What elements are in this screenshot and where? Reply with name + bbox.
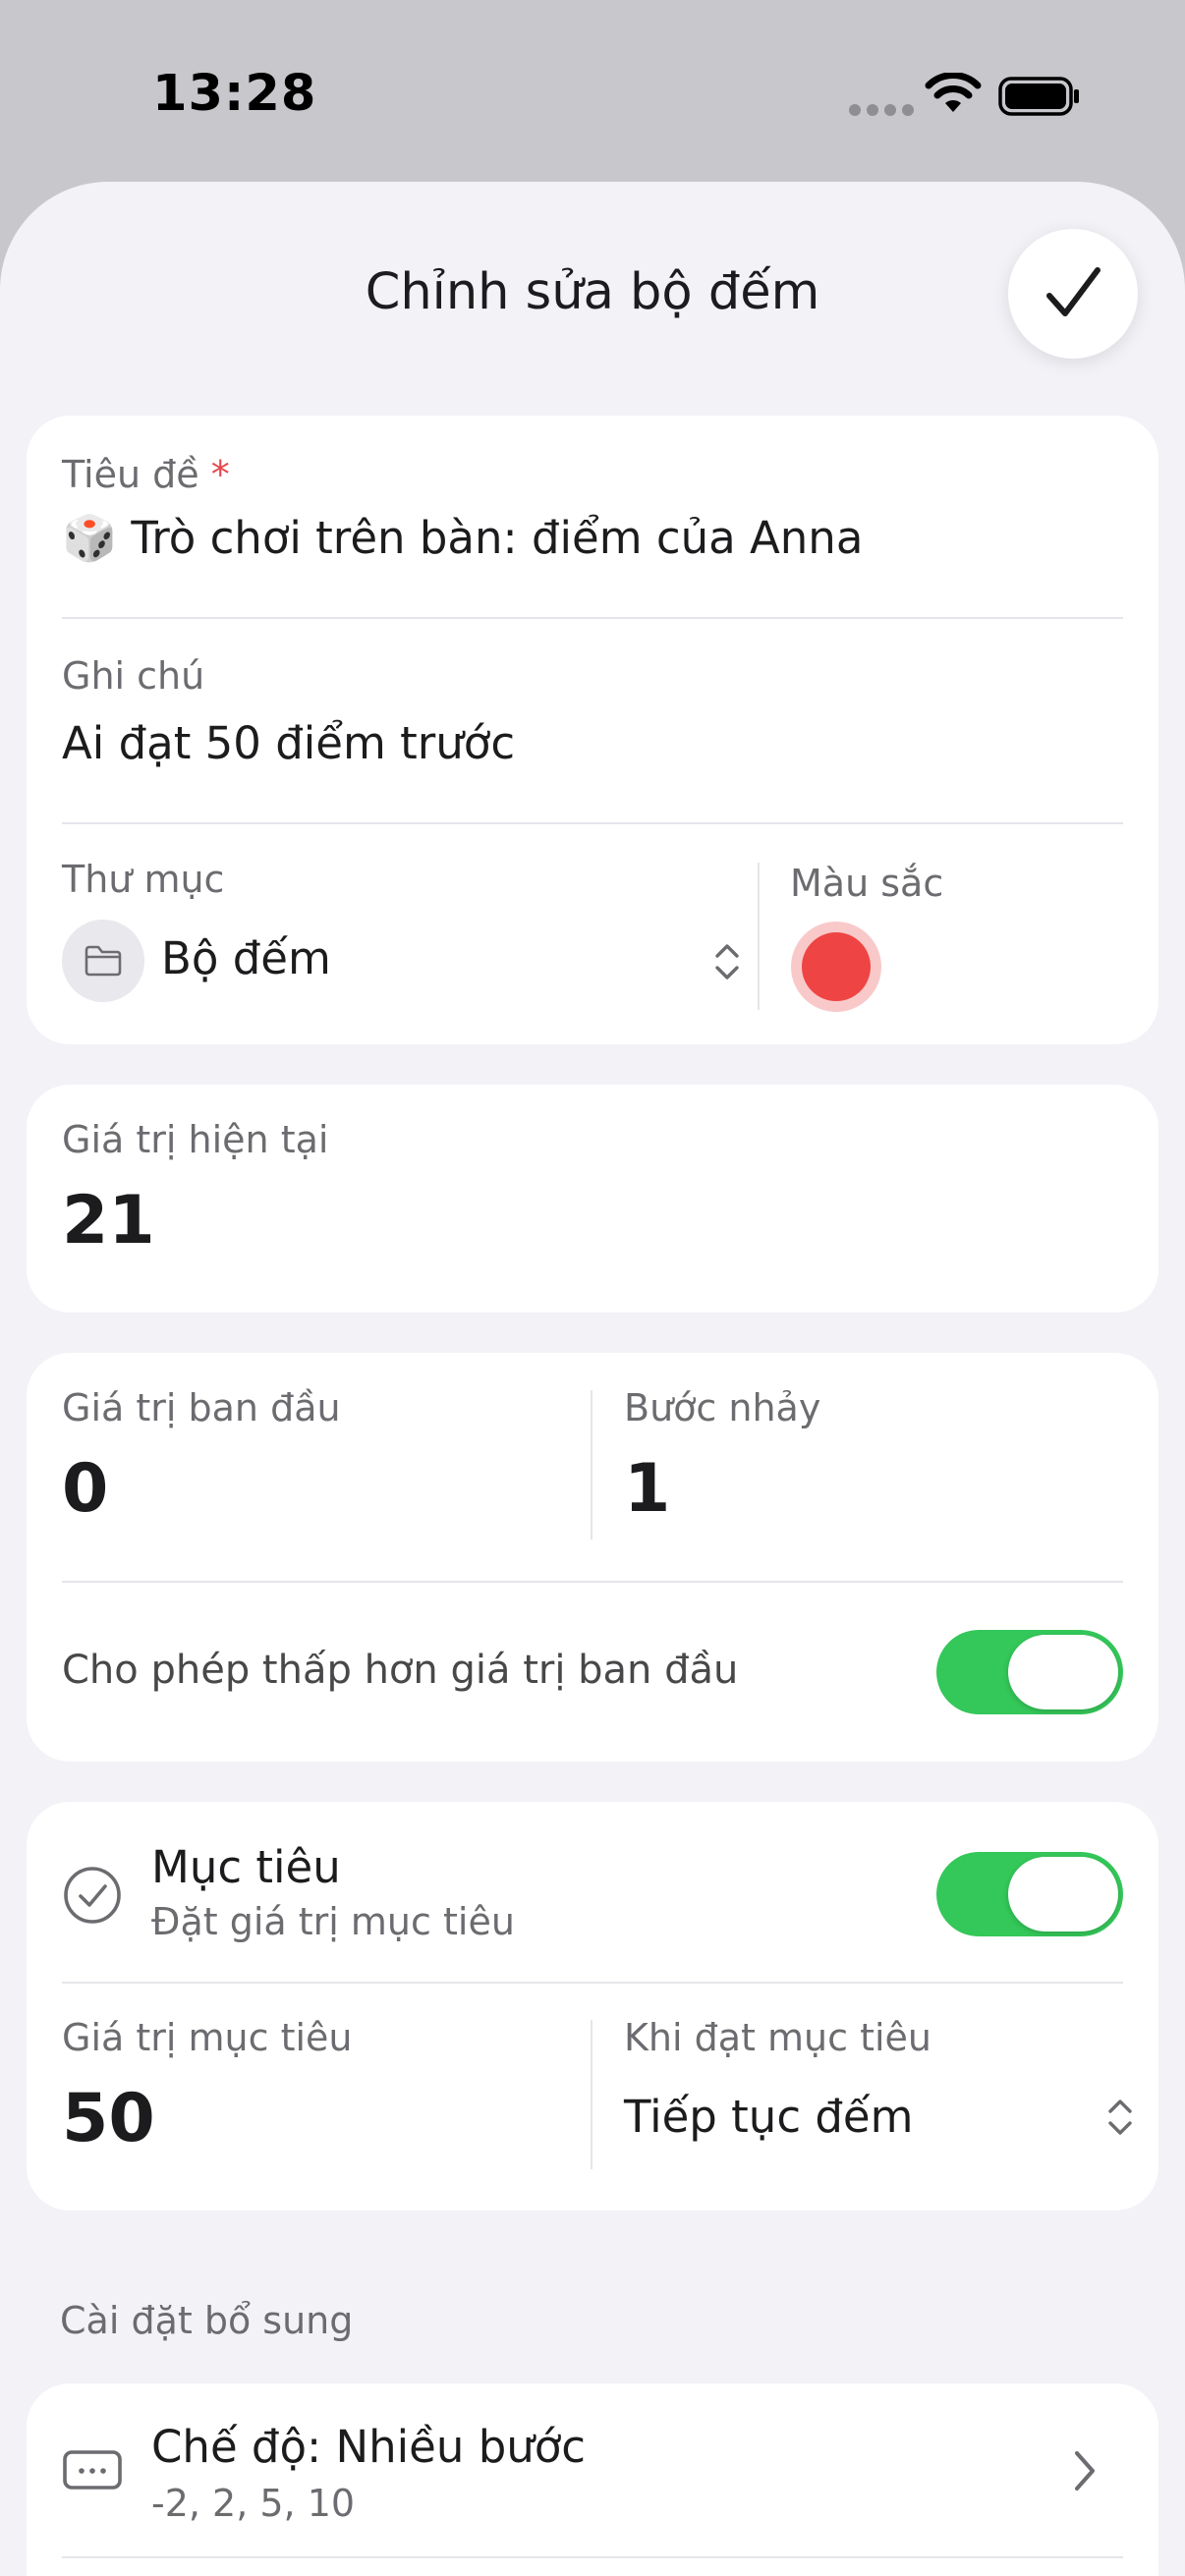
- chevron-right-icon: [1075, 2451, 1095, 2491]
- wifi-icon: [925, 73, 982, 112]
- title-field[interactable]: 🎲 Trò chơi trên bàn: điểm của Anna: [62, 512, 863, 564]
- folder-picker[interactable]: Bộ đếm: [62, 920, 755, 1004]
- keyboard-icon: [63, 2450, 122, 2490]
- initial-value-label: Giá trị ban đầu: [62, 1386, 341, 1429]
- note-label: Ghi chú: [62, 654, 205, 698]
- mode-title: Chế độ: Nhiều bước: [151, 2421, 587, 2473]
- checkmark-circle-icon: [64, 1867, 121, 1924]
- cellular-signal-icon: [849, 104, 914, 116]
- divider: [62, 822, 1123, 824]
- mode-steps: -2, 2, 5, 10: [151, 2482, 356, 2525]
- goal-subtitle: Đặt giá trị mục tiêu: [151, 1900, 515, 1943]
- folder-value: Bộ đếm: [161, 932, 331, 984]
- battery-icon: [998, 77, 1079, 116]
- divider: [62, 1581, 1123, 1583]
- title-label: Tiêu đề *: [62, 453, 230, 496]
- divider: [591, 2020, 592, 2169]
- target-value-label: Giá trị mục tiêu: [62, 2016, 353, 2059]
- current-value-card: Giá trị hiện tại 21: [27, 1085, 1158, 1313]
- checkmark-icon: [1046, 267, 1100, 316]
- target-value[interactable]: 50: [62, 2080, 155, 2157]
- required-mark: *: [210, 453, 230, 496]
- done-button[interactable]: [1008, 229, 1138, 359]
- status-time: 13:28: [152, 65, 317, 123]
- divider: [62, 1982, 1123, 1984]
- section-header-additional: Cài đặt bổ sung: [60, 2299, 354, 2342]
- step-label: Bước nhảy: [624, 1386, 821, 1429]
- range-card: Giá trị ban đầu 0 Bước nhảy 1 Cho phép t…: [27, 1353, 1158, 1762]
- allow-below-label: Cho phép thấp hơn giá trị ban đầu: [62, 1648, 739, 1693]
- divider: [62, 2556, 1123, 2558]
- divider: [758, 863, 760, 1010]
- goal-title: Mục tiêu: [151, 1841, 341, 1893]
- on-reach-label: Khi đạt mục tiêu: [624, 2016, 932, 2059]
- title-value: Trò chơi trên bàn: điểm của Anna: [131, 512, 864, 564]
- initial-value[interactable]: 0: [62, 1450, 108, 1528]
- dice-emoji: 🎲: [62, 512, 118, 564]
- goal-card: Mục tiêu Đặt giá trị mục tiêu Giá trị mụ…: [27, 1802, 1158, 2211]
- divider: [591, 1390, 592, 1540]
- details-card: Tiêu đề * 🎲 Trò chơi trên bàn: điểm của …: [27, 416, 1158, 1044]
- note-field[interactable]: Ai đạt 50 điểm trước: [62, 717, 515, 769]
- step-value[interactable]: 1: [624, 1450, 670, 1528]
- current-value-label: Giá trị hiện tại: [62, 1118, 329, 1161]
- color-swatch[interactable]: [791, 922, 881, 1012]
- chevron-updown-icon: [715, 944, 739, 980]
- folder-icon: [62, 920, 144, 1002]
- status-bar: 13:28: [0, 0, 1185, 187]
- folder-label: Thư mục: [62, 858, 225, 901]
- mode-row[interactable]: Chế độ: Nhiều bước -2, 2, 5, 10: [27, 2383, 1158, 2576]
- color-label: Màu sắc: [790, 862, 944, 905]
- allow-below-toggle[interactable]: [936, 1630, 1123, 1714]
- on-reach-picker[interactable]: Tiếp tục đếm: [624, 2079, 1145, 2157]
- on-reach-value: Tiếp tục đếm: [624, 2091, 914, 2143]
- goal-toggle[interactable]: [936, 1852, 1123, 1936]
- chevron-updown-icon: [1108, 2100, 1132, 2135]
- current-value[interactable]: 21: [62, 1182, 155, 1260]
- divider: [62, 617, 1123, 619]
